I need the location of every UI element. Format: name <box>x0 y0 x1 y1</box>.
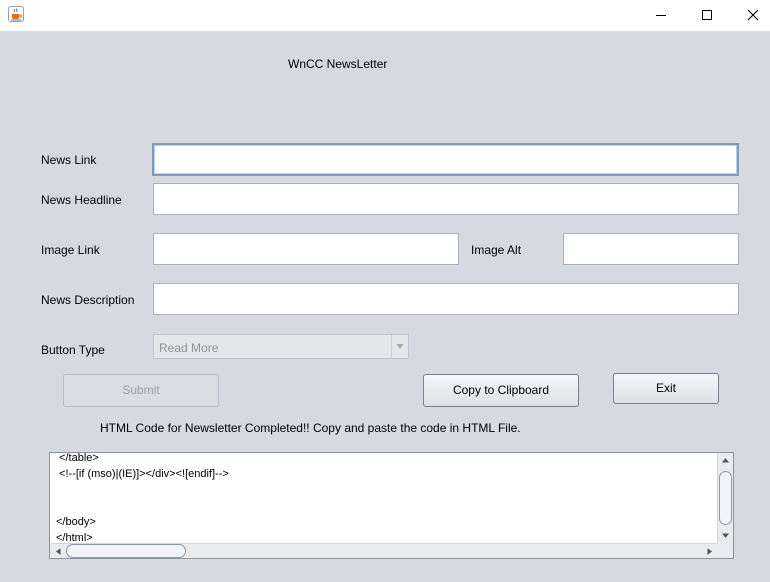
page-title: WnCC NewsLetter <box>288 57 388 71</box>
scroll-right-icon[interactable] <box>703 545 716 558</box>
vertical-scrollbar[interactable] <box>717 453 733 544</box>
submit-button[interactable]: Submit <box>63 374 219 407</box>
horizontal-scrollbar[interactable] <box>50 543 719 558</box>
news-link-label: News Link <box>41 153 97 167</box>
copy-to-clipboard-button[interactable]: Copy to Clipboard <box>423 374 579 407</box>
status-message: HTML Code for Newsletter Completed!! Cop… <box>100 421 521 435</box>
image-alt-input[interactable] <box>563 233 739 265</box>
button-type-select[interactable]: Read More <box>153 334 409 359</box>
html-output-textarea[interactable]: </table> <!--[if (mso)|(IE)]></div><![en… <box>49 452 734 559</box>
maximize-button[interactable] <box>684 0 730 31</box>
java-cup-icon <box>8 6 24 22</box>
minimize-icon <box>656 15 666 16</box>
close-icon <box>747 9 759 21</box>
vertical-scroll-thumb[interactable] <box>719 471 732 525</box>
news-description-input[interactable] <box>153 283 739 315</box>
copy-button-label: Copy to Clipboard <box>452 383 550 397</box>
news-headline-label: News Headline <box>41 193 122 207</box>
image-link-input[interactable] <box>153 233 459 265</box>
button-type-selected: Read More <box>159 341 219 355</box>
scroll-up-icon[interactable] <box>719 454 732 467</box>
exit-button-label: Exit <box>655 381 676 395</box>
scrollbar-corner <box>718 543 733 558</box>
scroll-down-icon[interactable] <box>719 529 732 542</box>
horizontal-scroll-thumb[interactable] <box>66 544 186 558</box>
exit-button[interactable]: Exit <box>613 373 719 404</box>
main-panel: WnCC NewsLetter News Link News Headline … <box>0 31 770 582</box>
news-description-label: News Description <box>41 293 135 307</box>
html-output-code[interactable]: </table> <!--[if (mso)|(IE)]></div><![en… <box>56 453 229 546</box>
submit-button-label: Submit <box>122 383 160 397</box>
minimize-button[interactable] <box>638 0 684 31</box>
close-button[interactable] <box>730 0 770 31</box>
image-alt-label: Image Alt <box>471 243 522 257</box>
news-link-input[interactable] <box>152 143 739 176</box>
news-headline-input[interactable] <box>153 183 739 215</box>
title-bar[interactable] <box>0 0 770 31</box>
button-type-label: Button Type <box>41 343 105 357</box>
image-link-label: Image Link <box>41 243 100 257</box>
chevron-down-icon <box>391 335 408 358</box>
maximize-icon <box>702 10 712 20</box>
scroll-left-icon[interactable] <box>52 545 65 558</box>
